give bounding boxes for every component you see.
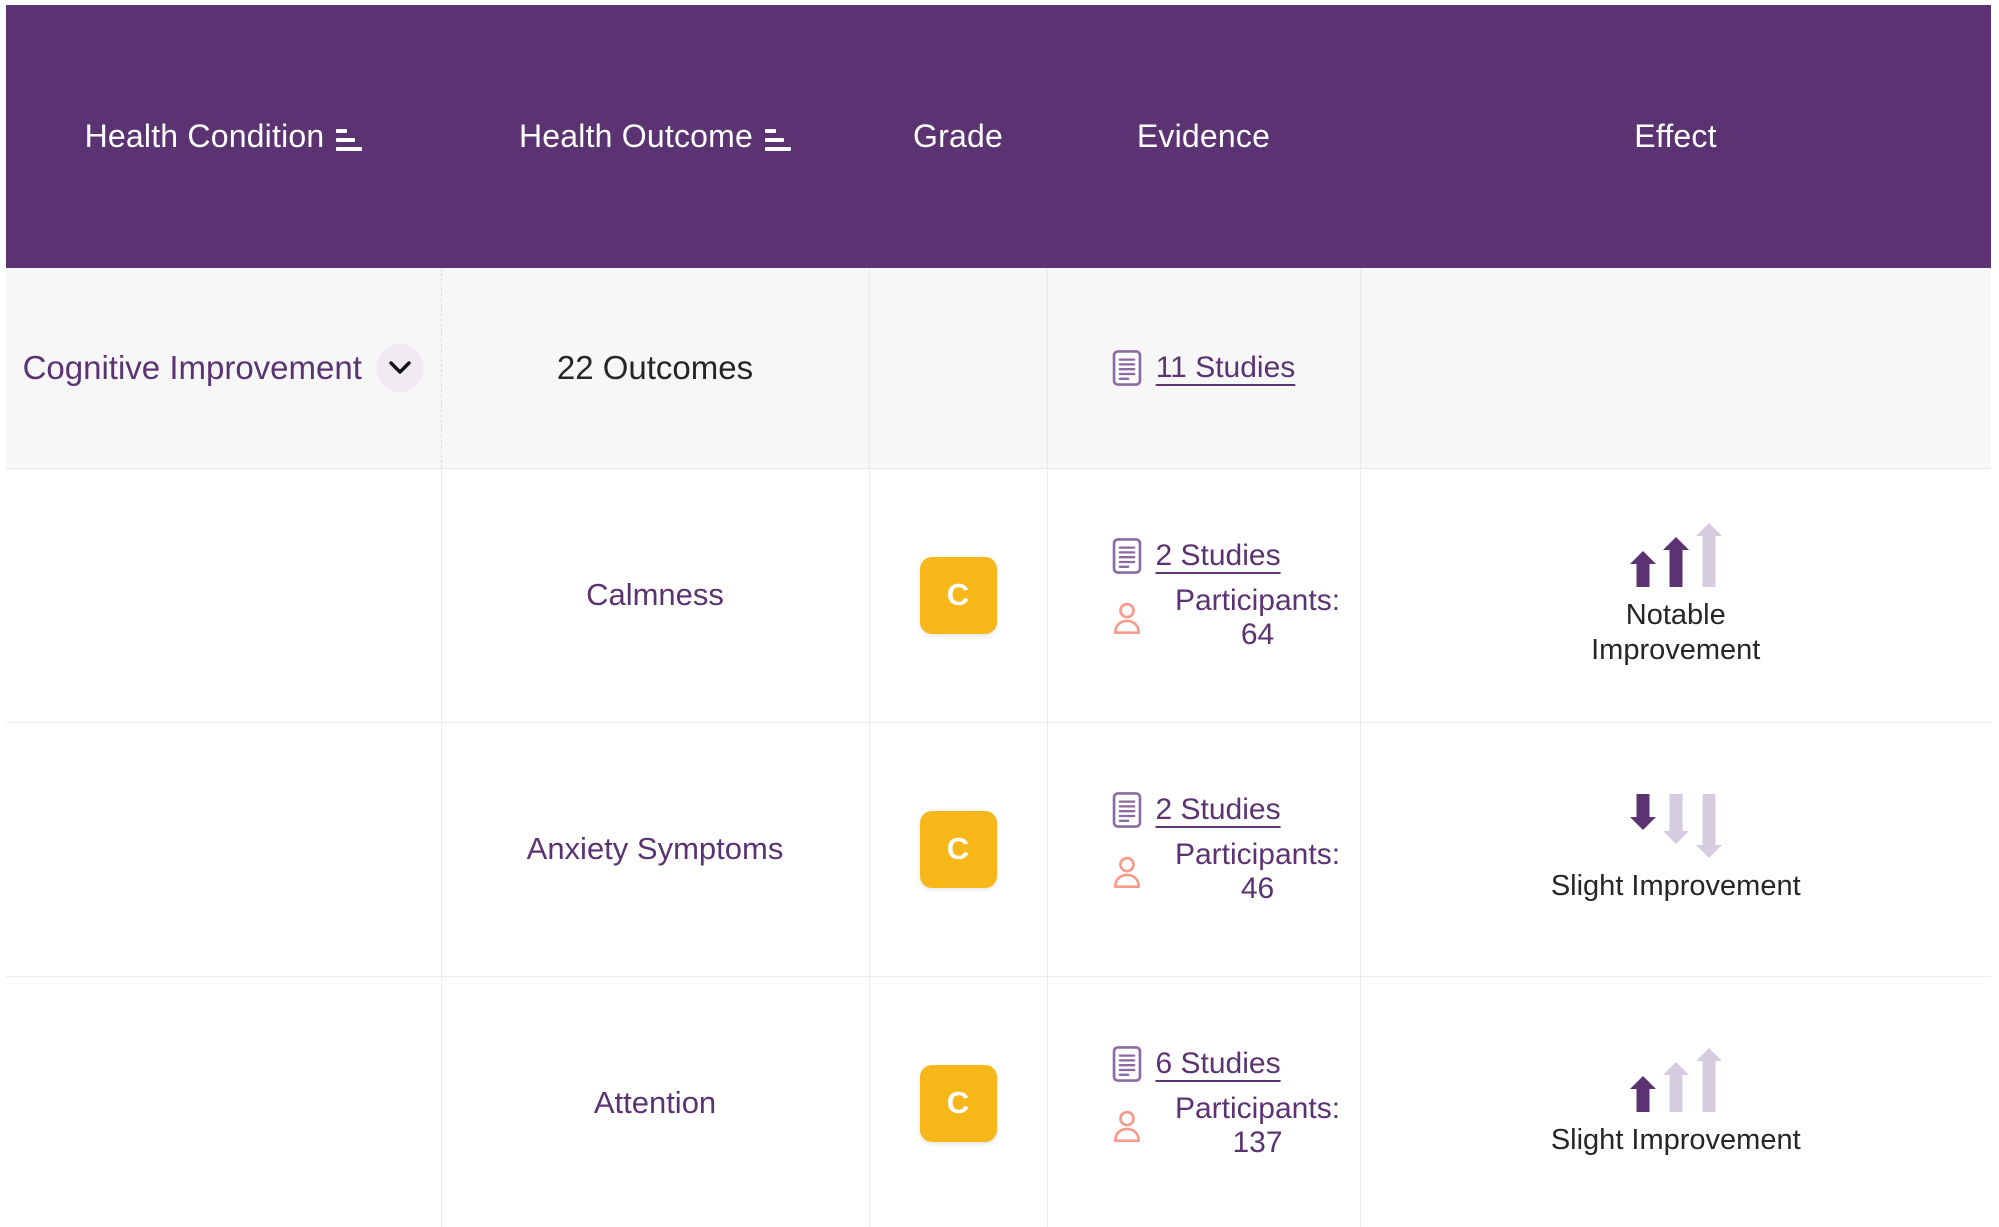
effect-arrows-icon: [1629, 793, 1723, 859]
effect-label: Notable Improvement: [1591, 598, 1761, 666]
sort-icon[interactable]: [765, 128, 792, 151]
effect-arrows-icon: [1629, 522, 1723, 588]
grade-badge: C: [919, 556, 997, 634]
grade-badge: C: [919, 1064, 997, 1142]
row-grade-cell: C: [869, 976, 1048, 1227]
group-grade-cell: [869, 268, 1048, 469]
group-evidence-cell: 11 Studies: [1047, 268, 1361, 469]
row-evidence-cell: 6 Studies Participants: 137: [1047, 976, 1361, 1227]
outcome-label: Anxiety Symptoms: [526, 831, 784, 866]
outcome-label: Calmness: [586, 577, 724, 612]
table-row: Attention C 6 Studies Participants: 137 …: [6, 976, 1991, 1227]
group-effect-cell: [1360, 268, 1991, 469]
row-evidence-cell: 2 Studies Participants: 46: [1047, 722, 1361, 977]
column-header-label: Effect: [1634, 118, 1717, 154]
group-studies-link[interactable]: 11 Studies: [1156, 351, 1296, 385]
table-row: Calmness C 2 Studies Participants: 64 No…: [6, 468, 1991, 723]
row-grade-cell: C: [869, 468, 1048, 723]
column-header-label: Health Condition: [84, 118, 325, 154]
studies-link[interactable]: 2 Studies: [1156, 793, 1281, 827]
participants-label: Participants: 64: [1174, 584, 1341, 651]
grade-badge: C: [919, 810, 997, 888]
participants-label: Participants: 137: [1174, 1092, 1341, 1159]
evidence-table-page: Health Condition Health Outcome Grade Ev…: [0, 0, 1999, 1227]
user-icon: [1113, 1110, 1140, 1142]
group-outcome-count-cell: 22 Outcomes: [441, 268, 870, 469]
effect-arrows-icon: [1629, 1047, 1723, 1113]
user-icon: [1113, 602, 1140, 634]
column-header-grade: Grade: [869, 5, 1047, 268]
document-icon: [1112, 538, 1141, 574]
outcome-label: Attention: [593, 1085, 717, 1120]
document-icon: [1112, 1046, 1141, 1082]
row-outcome-cell[interactable]: Anxiety Symptoms: [441, 722, 870, 977]
table-row: Anxiety Symptoms C 2 Studies Participant…: [6, 722, 1991, 977]
row-condition-cell: [6, 468, 442, 723]
studies-link[interactable]: 2 Studies: [1156, 539, 1281, 573]
column-header-evidence: Evidence: [1047, 5, 1360, 268]
group-row-cognitive-improvement: Cognitive Improvement 22 Outcomes 11 Stu…: [6, 268, 1991, 469]
studies-link[interactable]: 6 Studies: [1156, 1047, 1281, 1081]
column-header-label: Evidence: [1136, 118, 1271, 154]
chevron-down-icon: [389, 361, 411, 374]
column-header-health-outcome[interactable]: Health Outcome: [441, 5, 869, 268]
document-icon: [1112, 792, 1141, 828]
expand-collapse-button[interactable]: [375, 343, 424, 392]
row-grade-cell: C: [869, 722, 1048, 977]
table-body: Cognitive Improvement 22 Outcomes 11 Stu…: [6, 268, 1991, 1227]
row-outcome-cell[interactable]: Attention: [441, 976, 870, 1227]
row-condition-cell: [6, 722, 442, 977]
row-condition-cell: [6, 976, 442, 1227]
header-row: Health Condition Health Outcome Grade Ev…: [6, 5, 1991, 268]
column-header-health-condition[interactable]: Health Condition: [6, 5, 441, 268]
effect-label: Slight Improvement: [1550, 1124, 1801, 1157]
row-effect-cell: Slight Improvement: [1360, 722, 1991, 977]
row-effect-cell: Notable Improvement: [1360, 468, 1991, 723]
evidence-table: Health Condition Health Outcome Grade Ev…: [6, 5, 1991, 1227]
group-outcome-count-label: 22 Outcomes: [556, 348, 754, 386]
effect-label: Slight Improvement: [1550, 870, 1801, 903]
column-header-effect: Effect: [1360, 5, 1991, 268]
table-header: Health Condition Health Outcome Grade Ev…: [6, 5, 1991, 268]
participants-label: Participants: 46: [1174, 838, 1341, 905]
document-icon: [1112, 349, 1141, 386]
sort-icon[interactable]: [336, 128, 363, 151]
user-icon: [1113, 856, 1140, 888]
column-header-label: Health Outcome: [518, 118, 754, 154]
row-effect-cell: Slight Improvement: [1360, 976, 1991, 1227]
group-condition-label: Cognitive Improvement: [22, 348, 362, 386]
row-outcome-cell[interactable]: Calmness: [441, 468, 870, 723]
column-header-label: Grade: [913, 118, 1003, 154]
row-evidence-cell: 2 Studies Participants: 64: [1047, 468, 1361, 723]
group-condition-cell: Cognitive Improvement: [6, 268, 442, 469]
